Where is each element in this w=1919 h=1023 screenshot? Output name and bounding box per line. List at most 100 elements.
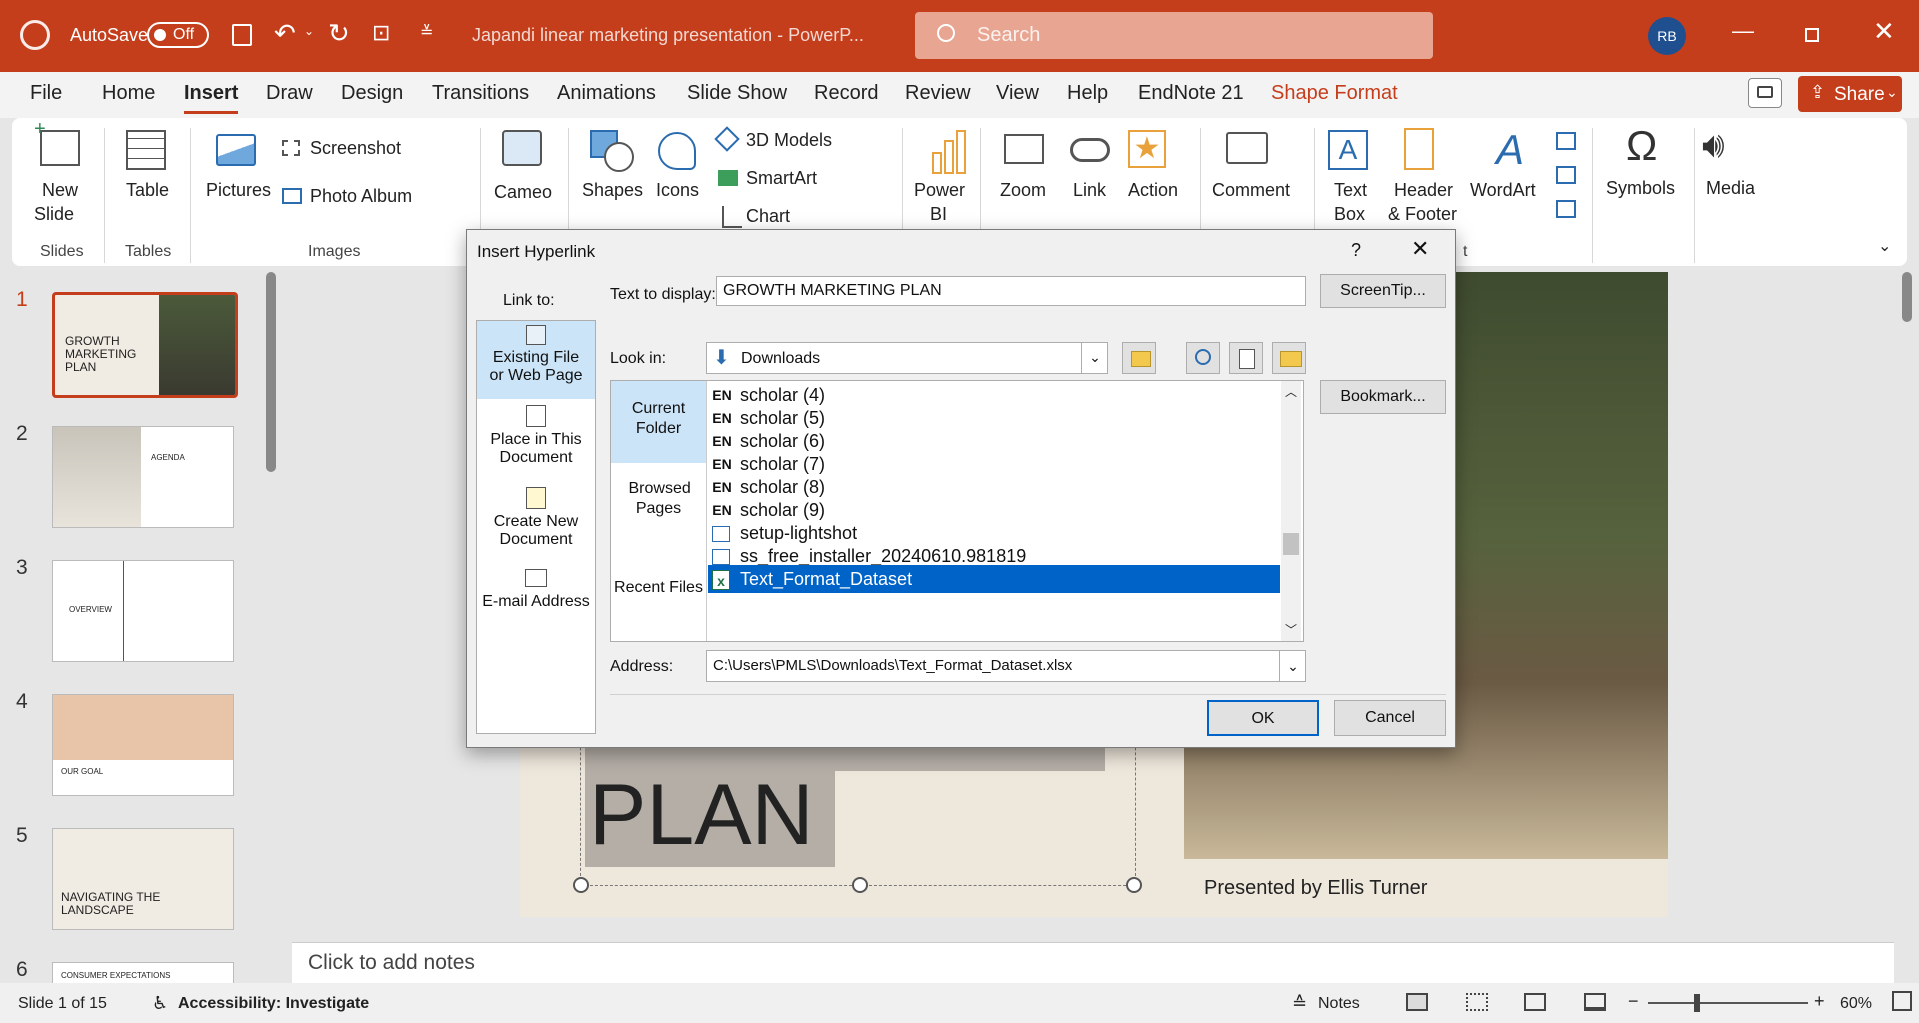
- tab-view[interactable]: View: [996, 82, 1039, 105]
- look-in-select[interactable]: ⬇ Downloads ⌄: [706, 342, 1108, 374]
- accessibility-icon[interactable]: ♿︎: [152, 993, 168, 1014]
- browse-web-button[interactable]: [1186, 342, 1220, 374]
- screenshot-icon[interactable]: [282, 140, 300, 156]
- new-slide-label2[interactable]: Slide: [34, 204, 74, 225]
- media-label[interactable]: Media: [1706, 178, 1755, 199]
- tab-help[interactable]: Help: [1067, 82, 1108, 105]
- zoom-out-icon[interactable]: −: [1628, 991, 1639, 1012]
- redo-icon[interactable]: ↻: [328, 18, 350, 49]
- dialog-close-icon[interactable]: ✕: [1411, 236, 1429, 262]
- text-box-label2[interactable]: Box: [1334, 204, 1365, 225]
- tab-animations[interactable]: Animations: [557, 82, 656, 105]
- icons-label[interactable]: Icons: [656, 180, 699, 201]
- ribbon-collapse-icon[interactable]: ⌄: [1878, 236, 1891, 256]
- help-button[interactable]: ?: [1351, 240, 1361, 261]
- tab-slide-show[interactable]: Slide Show: [687, 82, 787, 105]
- minimize-icon[interactable]: —: [1732, 18, 1754, 44]
- wordart-icon[interactable]: A: [1496, 126, 1524, 174]
- smartart-label[interactable]: SmartArt: [746, 168, 817, 189]
- tab-record[interactable]: Record: [814, 82, 878, 105]
- comment-icon[interactable]: [1226, 132, 1268, 164]
- notes-icon[interactable]: ≙: [1292, 993, 1307, 1014]
- zoom-in-icon[interactable]: +: [1814, 991, 1825, 1012]
- thumbnail-scrollbar[interactable]: [266, 272, 276, 472]
- chart-label[interactable]: Chart: [746, 206, 790, 227]
- link-place-in-document[interactable]: Place in This Document: [477, 403, 595, 473]
- text-to-display-input[interactable]: GROWTH MARKETING PLAN: [716, 276, 1306, 306]
- notes-button[interactable]: Notes: [1318, 995, 1360, 1013]
- link-create-new-document[interactable]: Create New Document: [477, 485, 595, 555]
- resize-handle[interactable]: [573, 877, 589, 893]
- chart-icon[interactable]: [722, 206, 742, 228]
- wordart-label[interactable]: WordArt: [1470, 180, 1536, 201]
- reading-view-icon[interactable]: [1524, 993, 1546, 1011]
- table-label[interactable]: Table: [126, 180, 169, 201]
- power-bi-icon[interactable]: [932, 130, 968, 174]
- text-box-label[interactable]: Text: [1334, 180, 1367, 201]
- new-slide-icon[interactable]: +: [34, 119, 80, 166]
- action-label[interactable]: Action: [1128, 180, 1178, 201]
- tab-browsed-pages[interactable]: Browsed Pages: [611, 465, 706, 535]
- zoom-label[interactable]: Zoom: [1000, 180, 1046, 201]
- slide-thumbnail-1[interactable]: GROWTH MARKETING PLAN: [52, 292, 238, 398]
- photo-album-icon[interactable]: [282, 188, 302, 204]
- restore-icon[interactable]: [1805, 28, 1819, 42]
- open-folder-button[interactable]: [1272, 342, 1306, 374]
- bookmark-button[interactable]: Bookmark...: [1320, 380, 1446, 414]
- search-box[interactable]: Search: [915, 12, 1433, 59]
- ok-button[interactable]: OK: [1207, 700, 1319, 736]
- cameo-icon[interactable]: [502, 130, 542, 166]
- tab-shape-format[interactable]: Shape Format: [1271, 82, 1398, 105]
- screentip-button[interactable]: ScreenTip...: [1320, 274, 1446, 308]
- link-label[interactable]: Link: [1073, 180, 1106, 201]
- header-footer-icon[interactable]: [1404, 128, 1434, 170]
- slide-sorter-icon[interactable]: [1466, 993, 1488, 1011]
- zoom-slider[interactable]: [1648, 1002, 1808, 1004]
- date-time-icon[interactable]: [1556, 132, 1576, 150]
- autosave-toggle[interactable]: Off: [147, 22, 209, 48]
- tab-home[interactable]: Home: [102, 82, 155, 105]
- shapes-icon[interactable]: [590, 130, 634, 172]
- cameo-label[interactable]: Cameo: [494, 182, 552, 203]
- pictures-label[interactable]: Pictures: [206, 180, 271, 201]
- resize-handle[interactable]: [1126, 877, 1142, 893]
- header-footer-label2[interactable]: & Footer: [1388, 204, 1457, 225]
- object-icon[interactable]: [1556, 200, 1576, 218]
- 3d-models-label[interactable]: 3D Models: [746, 130, 832, 151]
- present-icon[interactable]: ⊡: [372, 20, 390, 46]
- pictures-icon[interactable]: [216, 134, 256, 166]
- power-bi-label[interactable]: Power: [914, 180, 965, 201]
- avatar[interactable]: RB: [1648, 17, 1686, 55]
- fit-slide-icon[interactable]: [1892, 991, 1912, 1011]
- symbols-label[interactable]: Symbols: [1606, 178, 1675, 199]
- close-icon[interactable]: ✕: [1873, 16, 1895, 47]
- slide-scrollbar[interactable]: [1900, 272, 1914, 922]
- customize-toolbar-icon[interactable]: ≚: [420, 22, 433, 42]
- up-folder-button[interactable]: [1122, 342, 1156, 374]
- text-box-icon[interactable]: A: [1328, 130, 1368, 170]
- slide-number-icon[interactable]: [1556, 166, 1576, 184]
- media-icon[interactable]: 🔊︎: [1702, 124, 1725, 167]
- power-bi-label2[interactable]: BI: [930, 204, 947, 225]
- share-button[interactable]: ⇪ Share ⌄: [1798, 76, 1902, 112]
- cancel-button[interactable]: Cancel: [1334, 700, 1446, 736]
- tab-design[interactable]: Design: [341, 82, 403, 105]
- slide-thumbnail-2[interactable]: AGENDA: [52, 426, 234, 528]
- tab-transitions[interactable]: Transitions: [432, 82, 529, 105]
- slide-thumbnail-4[interactable]: OUR GOAL: [52, 694, 234, 796]
- look-in-dropdown-icon[interactable]: ⌄: [1081, 343, 1108, 373]
- zoom-level[interactable]: 60%: [1840, 995, 1872, 1013]
- photo-album-label[interactable]: Photo Album: [310, 186, 412, 207]
- tab-file[interactable]: File: [30, 82, 62, 105]
- resize-handle[interactable]: [852, 877, 868, 893]
- link-existing-file[interactable]: Existing File or Web Page: [477, 321, 595, 399]
- tab-endnote[interactable]: EndNote 21: [1138, 82, 1244, 105]
- notes-pane[interactable]: Click to add notes: [292, 942, 1894, 983]
- comment-label[interactable]: Comment: [1212, 180, 1290, 201]
- tab-review[interactable]: Review: [905, 82, 971, 105]
- smartart-icon[interactable]: [718, 170, 738, 186]
- address-dropdown-icon[interactable]: ⌄: [1279, 651, 1306, 681]
- save-icon[interactable]: [232, 24, 252, 46]
- comments-icon[interactable]: [1748, 78, 1782, 108]
- zoom-slider-handle[interactable]: [1694, 994, 1700, 1012]
